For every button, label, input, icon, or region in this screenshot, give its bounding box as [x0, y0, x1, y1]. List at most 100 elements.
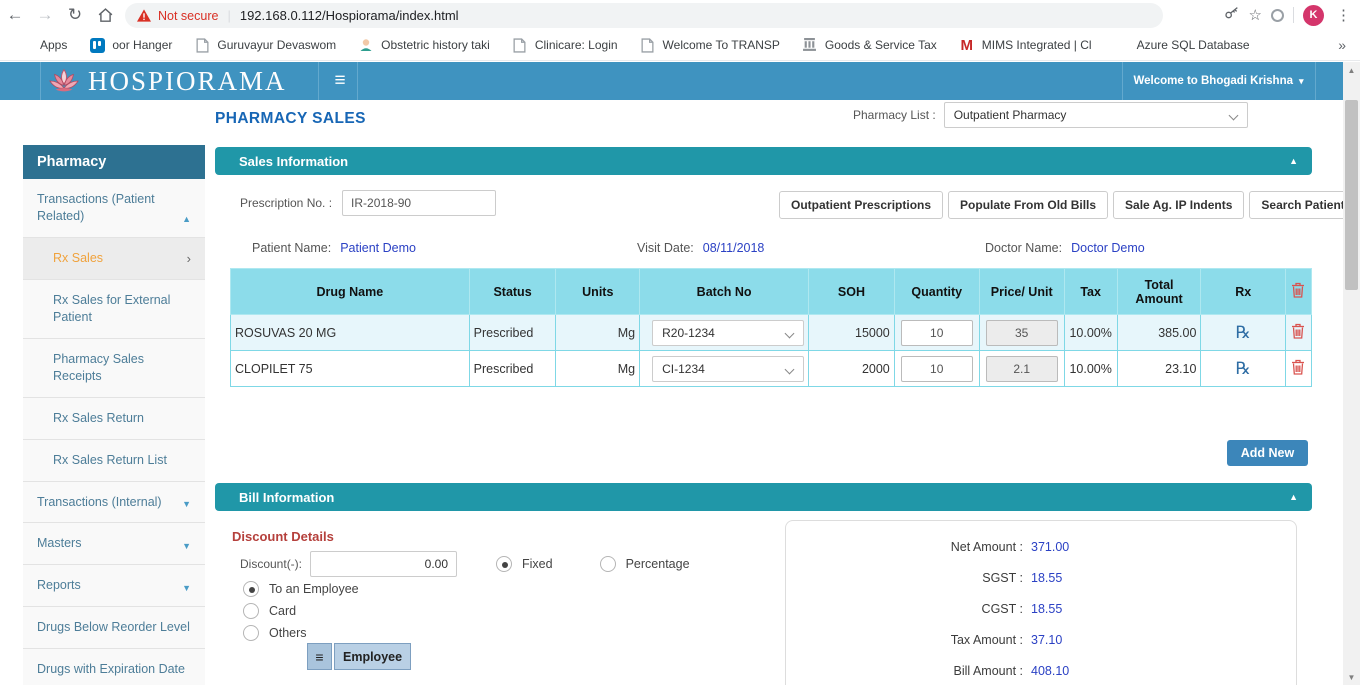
profile-avatar[interactable]: K: [1303, 5, 1324, 26]
sidebar-item-rx-sales-external[interactable]: Rx Sales for External Patient: [23, 280, 205, 339]
employee-menu-icon[interactable]: ≡: [307, 643, 332, 670]
collapse-icon[interactable]: ▲: [1289, 492, 1298, 502]
quantity-input[interactable]: [901, 356, 973, 382]
sidebar-item-masters[interactable]: Masters ▼: [23, 523, 205, 565]
back-icon[interactable]: ←: [0, 2, 30, 28]
sidebar-item-rx-sales-return[interactable]: Rx Sales Return: [23, 398, 205, 440]
bookmark-label: Azure SQL Database: [1137, 38, 1250, 52]
batch-select[interactable]: R20-1234: [652, 320, 804, 346]
price-input[interactable]: [986, 356, 1058, 382]
employee-button[interactable]: Employee: [334, 643, 411, 670]
scrollbar-thumb[interactable]: [1345, 100, 1358, 290]
batch-cell: R20-1234: [640, 315, 809, 351]
key-icon[interactable]: [1224, 5, 1240, 26]
bill-information-header: Bill Information ▲: [215, 483, 1312, 511]
extension-icon[interactable]: [1271, 9, 1284, 22]
rx-icon[interactable]: ℞: [1236, 323, 1251, 342]
net-amount-label: Net Amount :: [786, 540, 1023, 554]
discount-row: Discount(-): Fixed Percentage: [240, 551, 690, 577]
sidebar-item-transactions-patient[interactable]: Transactions (Patient Related) ▲: [23, 179, 205, 238]
trash-icon[interactable]: [1291, 359, 1305, 375]
outpatient-prescriptions-button[interactable]: Outpatient Prescriptions: [779, 191, 943, 219]
page-icon: [640, 37, 656, 53]
discount-label: Discount(-):: [240, 557, 302, 571]
menu-toggle-icon[interactable]: ≡: [325, 62, 355, 100]
to-an-employee-radio[interactable]: [243, 581, 259, 597]
browser-toolbar: ← → ↻ Not secure | 192.168.0.112/Hospior…: [0, 0, 1360, 30]
sales-information-header: Sales Information ▲: [215, 147, 1312, 175]
trash-icon[interactable]: [1291, 323, 1305, 339]
tax-amount-label: Tax Amount :: [786, 633, 1023, 647]
sale-ag-ip-indents-button[interactable]: Sale Ag. IP Indents: [1113, 191, 1244, 219]
col-soh: SOH: [809, 269, 895, 315]
trash-icon[interactable]: [1291, 282, 1305, 298]
user-menu[interactable]: Welcome to Bhogadi Krishna ▾: [1122, 62, 1315, 100]
sidebar-item-reports[interactable]: Reports ▼: [23, 565, 205, 607]
sidebar-item-pharmacy-sales-receipts[interactable]: Pharmacy Sales Receipts: [23, 339, 205, 398]
tax-cell: 10.00%: [1064, 315, 1117, 351]
patient-name-pair: Patient Name: Patient Demo: [252, 241, 416, 255]
visit-date-value: 08/11/2018: [703, 241, 765, 255]
sales-information-title: Sales Information: [239, 154, 348, 169]
bookmark-azure[interactable]: Azure SQL Database: [1105, 35, 1259, 55]
sidebar-item-drugs-below-reorder[interactable]: Drugs Below Reorder Level: [23, 607, 205, 649]
sidebar-item-rx-sales-return-list[interactable]: Rx Sales Return List: [23, 440, 205, 482]
bookmark-label: Guruvayur Devaswom: [217, 38, 336, 52]
fixed-radio[interactable]: [496, 556, 512, 572]
prescription-input[interactable]: [342, 190, 496, 216]
card-label: Card: [269, 604, 296, 618]
home-icon[interactable]: [90, 2, 120, 28]
bookmarks-overflow-icon[interactable]: »: [1338, 37, 1346, 53]
search-patient-button[interactable]: Search Patient: [1249, 191, 1356, 219]
security-status[interactable]: Not secure: [158, 9, 218, 23]
patient-name-label: Patient Name:: [252, 241, 331, 255]
patient-name-value[interactable]: Patient Demo: [340, 241, 416, 255]
pharmacy-list-select[interactable]: Outpatient Pharmacy: [944, 102, 1248, 128]
col-drug-name: Drug Name: [231, 269, 470, 315]
populate-from-old-bills-button[interactable]: Populate From Old Bills: [948, 191, 1108, 219]
bookmark-welcome-transp[interactable]: Welcome To TRANSP: [631, 34, 789, 56]
percentage-radio[interactable]: [600, 556, 616, 572]
bookmark-mims[interactable]: M MIMS Integrated | Cl: [950, 34, 1101, 56]
bookmark-star-icon[interactable]: ☆: [1249, 6, 1262, 24]
page-url[interactable]: 192.168.0.112/Hospiorama/index.html: [240, 8, 459, 23]
sidebar-item-rx-sales[interactable]: Rx Sales ›: [23, 238, 205, 281]
toolbar-separator: [1293, 7, 1294, 23]
sgst-value: 18.55: [1031, 571, 1062, 585]
scroll-down-icon[interactable]: ▼: [1343, 669, 1360, 685]
browser-menu-icon[interactable]: ⋮: [1333, 6, 1354, 24]
reload-icon[interactable]: ↻: [60, 2, 90, 28]
rx-icon[interactable]: ℞: [1236, 359, 1251, 378]
discount-input[interactable]: [310, 551, 457, 577]
pharmacy-list-value: Outpatient Pharmacy: [954, 108, 1067, 122]
bookmark-door-hanger[interactable]: oor Hanger: [80, 34, 181, 56]
table-header-row: Drug Name Status Units Batch No SOH Quan…: [231, 269, 1312, 315]
sidebar-item-drugs-expiration[interactable]: Drugs with Expiration Date: [23, 649, 205, 685]
rx-cell: ℞: [1201, 351, 1286, 387]
add-new-button[interactable]: Add New: [1227, 440, 1308, 466]
brand-logo[interactable]: HOSPIORAMA: [48, 62, 287, 100]
scroll-up-icon[interactable]: ▲: [1343, 62, 1360, 78]
doctor-name-value[interactable]: Doctor Demo: [1071, 241, 1145, 255]
forward-icon[interactable]: →: [30, 2, 60, 28]
prescription-label: Prescription No. :: [240, 196, 332, 210]
bookmark-gst[interactable]: Goods & Service Tax: [793, 34, 946, 56]
bookmark-clinicare[interactable]: Clinicare: Login: [503, 34, 627, 56]
units-cell: Mg: [556, 315, 640, 351]
chevron-down-icon: [1228, 111, 1238, 121]
bookmark-apps[interactable]: Apps: [8, 35, 76, 55]
sidebar-item-label: Transactions (Internal): [37, 494, 176, 511]
card-radio[interactable]: [243, 603, 259, 619]
quantity-input[interactable]: [901, 320, 973, 346]
page-scrollbar[interactable]: ▲ ▼: [1343, 62, 1360, 685]
address-bar[interactable]: Not secure | 192.168.0.112/Hospiorama/in…: [125, 3, 1163, 28]
batch-select[interactable]: CI-1234: [652, 356, 804, 382]
collapse-icon[interactable]: ▲: [1289, 156, 1298, 166]
price-input[interactable]: [986, 320, 1058, 346]
others-radio[interactable]: [243, 625, 259, 641]
sidebar-item-label: Drugs with Expiration Date: [37, 661, 191, 678]
sidebar-item-transactions-internal[interactable]: Transactions (Internal) ▼: [23, 482, 205, 524]
bookmark-guruvayur[interactable]: Guruvayur Devaswom: [185, 34, 345, 56]
bookmark-obstetric[interactable]: Obstetric history taki: [349, 34, 499, 56]
sidebar-item-label: Reports: [37, 577, 176, 594]
